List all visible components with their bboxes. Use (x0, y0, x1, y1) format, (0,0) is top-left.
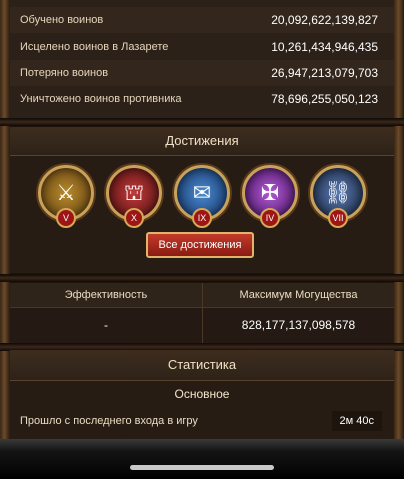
bottom-bar (0, 439, 404, 479)
achievement-medal[interactable]: ✉ IX (174, 165, 230, 228)
stat-value: 26,947,213,079,703 (271, 66, 378, 80)
home-indicator[interactable] (130, 465, 274, 470)
section-divider (0, 118, 404, 126)
stat-row-lost: Потеряно воинов 26,947,213,079,703 (10, 60, 394, 86)
crossed-swords-icon: ✠ (260, 180, 280, 205)
statistics-value: 2м 40с (331, 411, 382, 431)
stat-value: 78,696,255,050,123 (271, 92, 378, 106)
efficiency-column: Эффективность - (10, 283, 202, 343)
stat-row-killed: Уничтожено воинов противника 78,696,255,… (10, 86, 394, 112)
medal-rank: IX (192, 208, 212, 228)
achievements-title: Достижения (10, 127, 394, 156)
stat-label: Потеряно воинов (20, 67, 109, 79)
statistics-subtitle: Основное (174, 387, 230, 401)
stat-row-healed: Исцелено воинов в Лазарете 10,261,434,94… (10, 34, 394, 60)
left-frame (0, 0, 10, 457)
medal-rank: IV (260, 208, 280, 228)
efficiency-panel: Эффективность - Максимум Могущества 828,… (10, 283, 394, 343)
stat-label: Обучено воинов (20, 14, 104, 26)
statistics-title: Статистика (10, 350, 394, 381)
max-power-header: Максимум Могущества (203, 283, 394, 308)
warrior-icon: ⚔ (56, 180, 76, 205)
stat-label: Исцелено воинов в Лазарете (20, 41, 169, 53)
medal-rank: VII (328, 208, 348, 228)
fortress-icon: ⛫ (123, 180, 145, 205)
stat-value: 20,092,622,139,827 (271, 13, 378, 27)
scroll-icon: ✉ (192, 180, 212, 205)
right-frame (394, 0, 404, 457)
statistics-label: Прошло с последнего входа в игру (20, 415, 198, 427)
stat-label: Уничтожено воинов противника (20, 93, 182, 105)
chain-icon: ⛓ (324, 180, 352, 205)
medal-rank: X (124, 208, 144, 228)
achievement-medal[interactable]: ⛫ X (106, 165, 162, 228)
all-achievements-button[interactable]: Все достижения (146, 232, 254, 258)
achievements-panel: Достижения ⚔ V ⛫ X ✉ IX ✠ IV ⛓ VII Все д… (10, 127, 394, 273)
stat-row-trained: Обучено воинов 20,092,622,139,827 (10, 7, 394, 33)
section-divider (0, 274, 404, 282)
medal-rank: V (56, 208, 76, 228)
stat-value: 10,261,434,946,435 (271, 40, 378, 54)
achievement-medal[interactable]: ⚔ V (38, 165, 94, 228)
max-power-value: 828,177,137,098,578 (241, 318, 356, 332)
statistics-row: Прошло с последнего входа в игру 2м 40с (10, 411, 394, 431)
max-power-column: Максимум Могущества 828,177,137,098,578 (203, 283, 394, 343)
battle-stats-panel: Обучено воинов 20,092,622,139,827 Исцеле… (10, 0, 394, 118)
efficiency-value: - (104, 318, 108, 332)
efficiency-header: Эффективность (10, 283, 202, 308)
achievement-medal[interactable]: ⛓ VII (310, 165, 366, 228)
statistics-panel: Статистика Основное Прошло с последнего … (10, 350, 394, 440)
achievement-medal[interactable]: ✠ IV (242, 165, 298, 228)
